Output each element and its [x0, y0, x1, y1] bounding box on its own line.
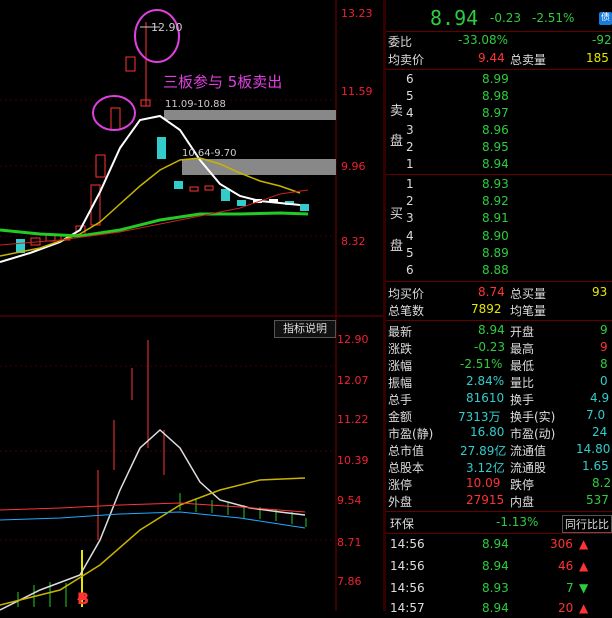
peer-compare-button[interactable]: 同行比比	[562, 515, 612, 533]
weibi-row: 委比 -33.08% -92	[386, 32, 612, 50]
total-sell-value: 185	[586, 51, 609, 65]
strategy-note: 三板参与 5板卖出	[163, 73, 282, 91]
avg-buy-label: 均买价	[388, 287, 425, 301]
total-buy-value: 93	[592, 285, 608, 299]
weibi-extra: -92	[592, 33, 612, 47]
stat-row: 最新 8.94 开盘 9	[388, 323, 608, 339]
candle	[110, 107, 121, 131]
avg-vol-label: 均笔量	[510, 304, 547, 318]
tick-row: 14:56 8.93 7 ▼	[390, 581, 589, 595]
total-count-value: 7892	[471, 302, 502, 316]
stat-row: 总手 81610 换手 4.9	[388, 391, 610, 407]
total-count-label: 总笔数	[388, 304, 425, 318]
kline-axis-label: 9.96	[341, 160, 366, 173]
high-price-label: 12.90	[151, 21, 183, 34]
highlight-circle-top	[134, 9, 180, 63]
avg-buy-value: 8.74	[478, 285, 505, 299]
sell-order-row[interactable]: 4 8.97	[386, 105, 612, 123]
zone1-label: 11.09-10.88	[165, 99, 226, 110]
buy-order-row[interactable]: 6 8.88	[386, 262, 612, 280]
chart-panel[interactable]: 12.90 11.09-10.88 10.64-9.70 三板参与 5板卖出 1…	[0, 0, 383, 611]
indicator-axis-label: 12.07	[337, 374, 369, 387]
buy-order-row[interactable]: 5 8.89	[386, 245, 612, 263]
candle	[125, 56, 136, 72]
buy-order-row[interactable]: 4 8.90	[386, 228, 612, 246]
weibi-label: 委比	[388, 35, 413, 49]
indicator-axis-label: 9.54	[337, 494, 362, 507]
stat-row: 总市值 27.89亿 流通值 14.80	[388, 442, 611, 458]
candle	[237, 200, 246, 206]
candle	[300, 204, 309, 211]
sell-order-row[interactable]: 5 8.98	[386, 88, 612, 106]
quote-panel: 8.94 -0.23 -2.51% 债 委比 -33.08% -92 均卖价 9…	[386, 0, 612, 615]
ma-white	[0, 114, 301, 263]
bond-badge[interactable]: 债	[599, 12, 612, 25]
indicator-axis-label: 7.86	[337, 575, 362, 588]
highlight-circle-mid	[92, 95, 136, 131]
stat-row: 涨跌 -0.23 最高 9	[388, 340, 608, 356]
current-price: 8.94	[430, 6, 479, 30]
total-sell-label: 总卖量	[510, 53, 547, 67]
stat-row: 市盈(静) 16.80 市盈(动) 24	[388, 425, 608, 441]
zone2-label: 10.64-9.70	[182, 148, 237, 159]
total-count-row: 总笔数 7892 均笔量	[386, 301, 612, 319]
kline-chart[interactable]: 12.90 11.09-10.88 10.64-9.70 三板参与 5板卖出	[0, 0, 383, 611]
tick-row: 14:57 8.94 20 ▲	[390, 601, 589, 615]
sector-name: 环保	[390, 517, 415, 531]
indicator-help-button[interactable]: 指标说明	[274, 320, 336, 338]
price-change: -0.23	[490, 11, 522, 25]
candle	[221, 189, 230, 201]
candle	[204, 185, 214, 191]
candle	[189, 186, 199, 192]
kline-axis-label: 8.32	[341, 235, 366, 248]
kline-axis-label: 11.59	[341, 85, 373, 98]
buy-order-row[interactable]: 3 8.91	[386, 210, 612, 228]
avg-buy-row: 均买价 8.74 总买量 93	[386, 284, 612, 302]
indicator-axis-label: 11.22	[337, 413, 369, 426]
tick-row: 14:56 8.94 46 ▲	[390, 559, 589, 573]
indicator-chart: B	[0, 340, 336, 611]
sell-order-row[interactable]: 1 8.94	[386, 156, 612, 174]
buy-order-row[interactable]: 1 8.93	[386, 176, 612, 194]
price-change-pct: -2.51%	[532, 11, 575, 25]
stat-row: 振幅 2.84% 量比 0	[388, 374, 608, 390]
sector-pct: -1.13%	[496, 515, 539, 529]
avg-sell-value: 9.44	[478, 51, 505, 65]
stat-row: 涨停 10.09 跌停 8.2	[388, 476, 612, 492]
total-buy-label: 总买量	[510, 287, 547, 301]
sell-order-row[interactable]: 2 8.95	[386, 139, 612, 157]
avg-sell-label: 均卖价	[388, 53, 425, 67]
stat-row: 总股本 3.12亿 流通股 1.65	[388, 459, 609, 475]
indicator-axis-label: 8.71	[337, 536, 362, 549]
sector-row[interactable]: 环保 -1.13% 同行比比	[386, 514, 612, 533]
resistance-zone-1	[164, 110, 336, 120]
weibi-value: -33.08%	[458, 33, 509, 47]
stat-row: 外盘 27915 内盘 537	[388, 493, 609, 509]
sell-order-row[interactable]: 6 8.99	[386, 71, 612, 89]
stat-row: 涨幅 -2.51% 最低 8	[388, 357, 608, 373]
kline-axis-label: 13.23	[341, 7, 373, 20]
tick-row: 14:56 8.94 306 ▲	[390, 537, 589, 551]
candle	[174, 181, 183, 189]
indicator-axis-label: 12.90	[337, 333, 369, 346]
indicator-axis-label: 10.39	[337, 454, 369, 467]
buy-order-row[interactable]: 2 8.92	[386, 193, 612, 211]
stat-row: 金额 7313万 换手(实) 7.0	[388, 408, 606, 424]
avg-sell-row: 均卖价 9.44 总卖量 185	[386, 50, 612, 68]
ma-green	[0, 211, 309, 238]
sell-order-row[interactable]: 3 8.96	[386, 122, 612, 140]
candle	[157, 137, 166, 159]
